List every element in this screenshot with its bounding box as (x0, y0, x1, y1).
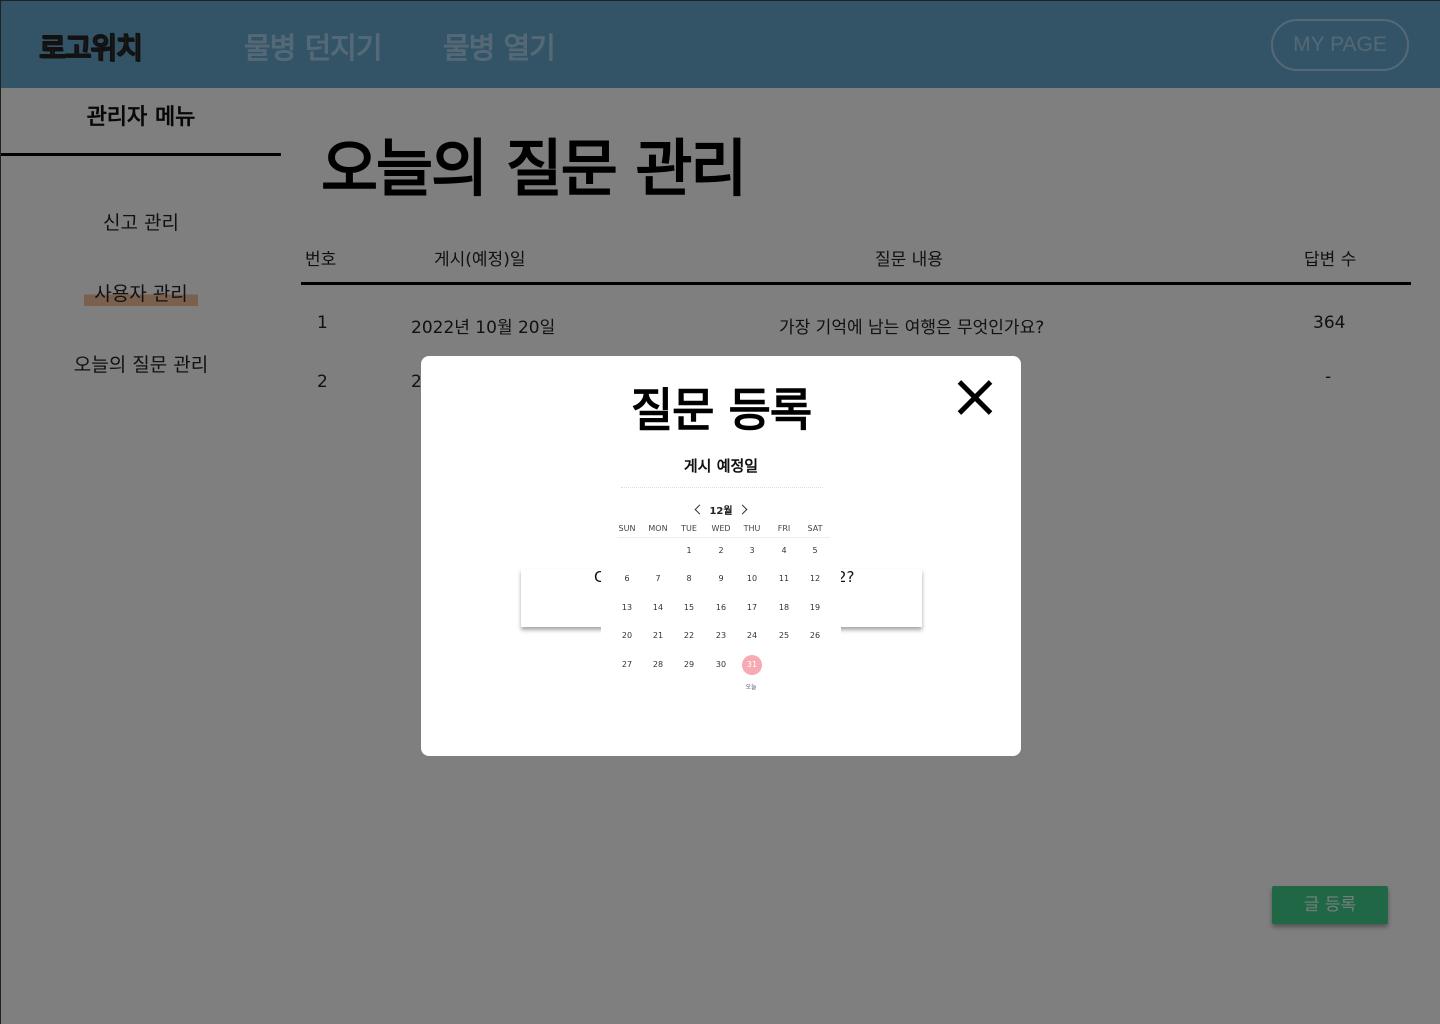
calendar-day[interactable]: 4 (772, 541, 796, 561)
weekday-label: TUE (681, 524, 697, 533)
calendar-day[interactable]: 11 (772, 569, 796, 589)
calendar-day[interactable]: 17 (740, 598, 764, 618)
calendar-day[interactable]: 9 (709, 569, 733, 589)
calendar-day[interactable]: 3 (740, 541, 764, 561)
calendar-day[interactable]: 24 (740, 626, 764, 646)
calendar-day[interactable]: 14 (646, 598, 670, 618)
today-label: 오늘 (745, 684, 757, 691)
calendar-day[interactable]: 28 (646, 655, 670, 675)
weekday-label: THU (743, 524, 761, 533)
register-question-modal: 질문 등록 게시 예정일 C 2? 12월 SUN MON TUE WED TH… (421, 356, 1021, 756)
calendar-day[interactable]: 2 (709, 541, 733, 561)
calendar-day[interactable]: 6 (615, 569, 639, 589)
calendar-day[interactable]: 19 (803, 598, 827, 618)
app-window: 로고위치 물병 던지기 물병 열기 MY PAGE 관리자 메뉴 신고 관리 사… (0, 0, 1440, 1024)
calendar-day[interactable]: 8 (677, 569, 701, 589)
modal-title: 질문 등록 (630, 383, 812, 437)
calendar-day[interactable]: 22 (677, 626, 701, 646)
calendar-day[interactable]: 5 (803, 541, 827, 561)
calendar-day[interactable]: 31 (742, 655, 762, 675)
weekday-divider (617, 537, 830, 538)
calendar-day[interactable]: 25 (772, 626, 796, 646)
calendar-top-edge (621, 487, 823, 488)
calendar-day[interactable]: 12 (803, 569, 827, 589)
calendar-day[interactable]: 27 (615, 655, 639, 675)
calendar-day[interactable]: 18 (772, 598, 796, 618)
calendar-day[interactable]: 30 (709, 655, 733, 675)
calendar-day[interactable]: 29 (677, 655, 701, 675)
calendar-day[interactable]: 23 (709, 626, 733, 646)
weekday-label: MON (648, 524, 668, 533)
calendar-month: 12월 (709, 506, 733, 517)
calendar-day[interactable]: 16 (709, 598, 733, 618)
calendar-day[interactable]: 26 (803, 626, 827, 646)
calendar-day[interactable]: 20 (615, 626, 639, 646)
weekday-label: SUN (618, 524, 636, 533)
calendar-day[interactable]: 1 (677, 541, 701, 561)
weekday-label: SAT (807, 524, 823, 533)
calendar-day[interactable]: 21 (646, 626, 670, 646)
calendar-day[interactable]: 13 (615, 598, 639, 618)
calendar-day[interactable]: 15 (677, 598, 701, 618)
weekday-label: FRI (777, 524, 791, 533)
weekday-label: WED (711, 524, 731, 533)
close-icon[interactable] (955, 378, 995, 418)
post-date-label: 게시 예정일 (683, 457, 759, 475)
calendar-day[interactable]: 7 (646, 569, 670, 589)
calendar-day[interactable]: 10 (740, 569, 764, 589)
date-picker[interactable]: 12월 SUN MON TUE WED THU FRI SAT 12345678… (601, 481, 841, 701)
